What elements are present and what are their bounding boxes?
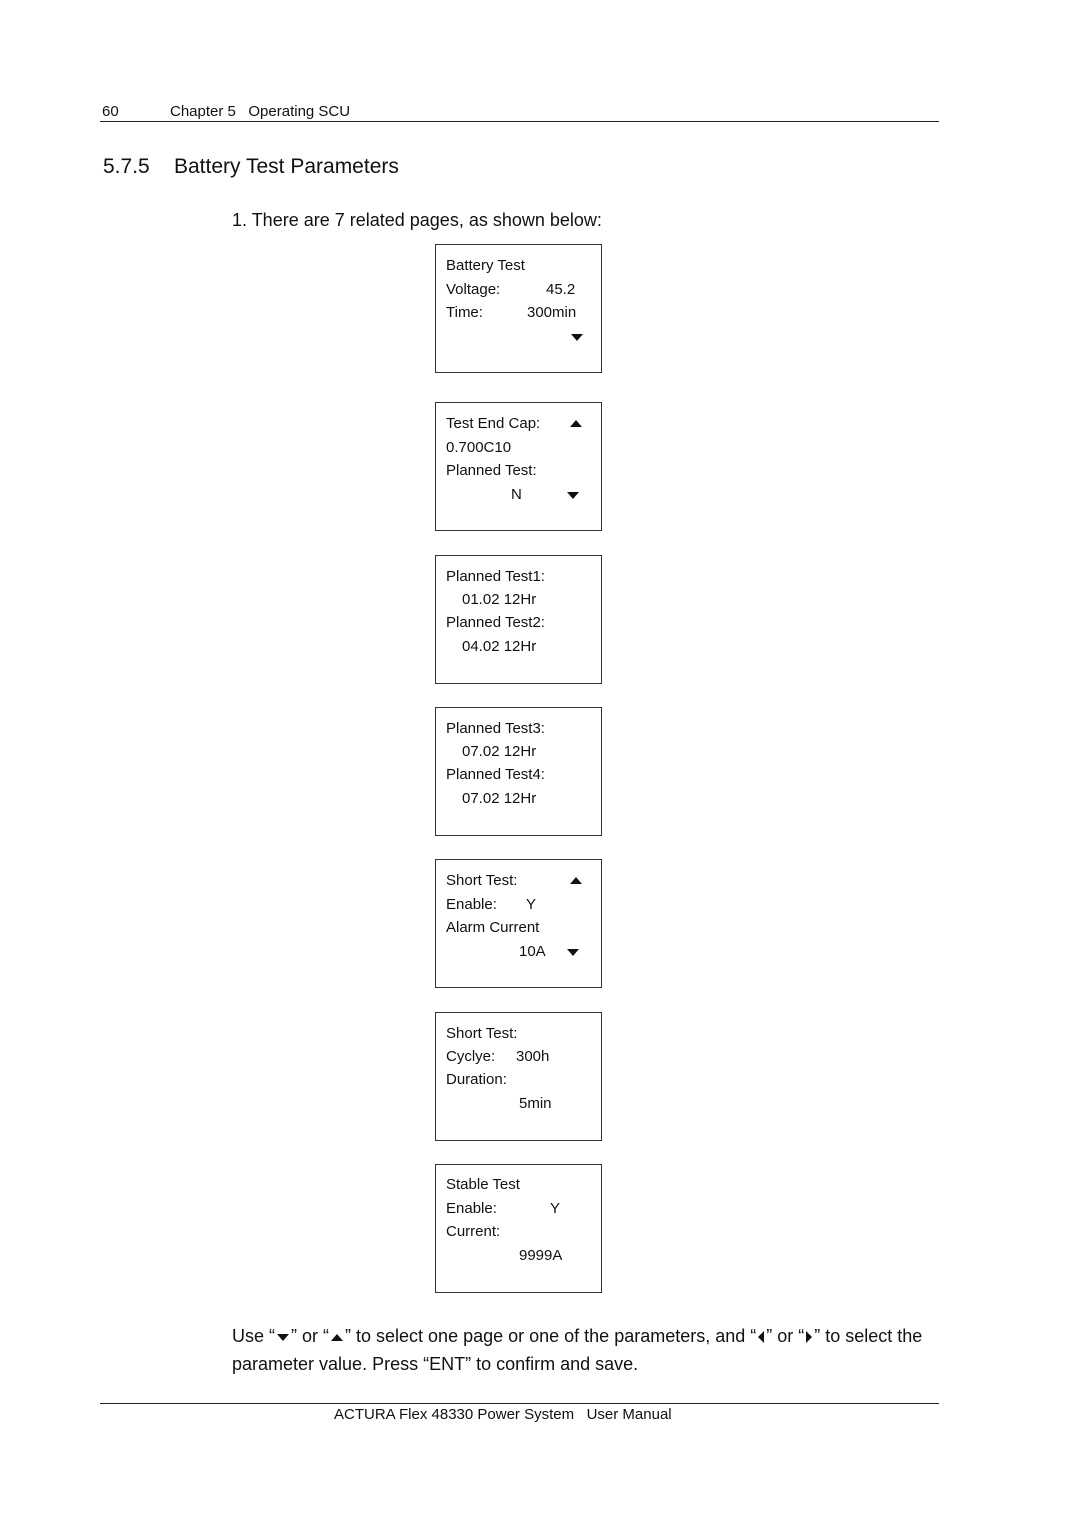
instructions-text: Use “ <box>232 1326 276 1346</box>
lcd-value: 300h <box>516 1048 550 1065</box>
down-arrow-icon <box>277 1333 290 1341</box>
footer-text: ACTURA Flex 48330 Power System User Manu… <box>334 1406 672 1423</box>
lcd-value: 9999A <box>519 1247 563 1264</box>
lcd-value: N <box>511 486 522 503</box>
left-arrow-icon <box>758 1331 765 1344</box>
right-arrow-icon <box>806 1331 813 1344</box>
lcd-value: 07.02 12Hr <box>462 743 537 760</box>
lcd-line: Stable Test <box>446 1176 520 1193</box>
section-title: Battery Test Parameters <box>174 155 399 178</box>
header-rule <box>100 121 939 122</box>
lcd-line: Planned Test4: <box>446 766 545 783</box>
lcd-value: 04.02 12Hr <box>462 638 537 655</box>
up-arrow-icon <box>570 877 582 884</box>
lcd-page-planned-test-3-4: Planned Test3: 07.02 12Hr Planned Test4:… <box>435 707 602 836</box>
lcd-page-battery-test: Battery Test Voltage: 45.2 Time: 300min <box>435 244 602 373</box>
lcd-line: Voltage: <box>446 281 501 298</box>
footer-rule <box>100 1403 939 1404</box>
lcd-page-short-test-cycle: Short Test: Cyclye: 300h Duration: 5min <box>435 1012 602 1141</box>
lcd-line: Current: <box>446 1223 501 1240</box>
lcd-value: Y <box>550 1200 561 1217</box>
instructions-text: ” or “ <box>766 1326 805 1346</box>
intro-text: 1. There are 7 related pages, as shown b… <box>232 210 602 230</box>
lcd-value: 300min <box>527 304 577 321</box>
down-arrow-icon <box>567 949 579 956</box>
lcd-value: 45.2 <box>546 281 576 298</box>
instructions-text: ” to select one page or one of the param… <box>345 1326 757 1346</box>
lcd-line: Battery Test <box>446 257 525 274</box>
lcd-line: Short Test: <box>446 1025 518 1042</box>
lcd-line: Time: <box>446 304 483 321</box>
lcd-line: Duration: <box>446 1071 507 1088</box>
lcd-page-stable-test: Stable Test Enable: Y Current: 9999A <box>435 1164 602 1293</box>
lcd-line: Planned Test2: <box>446 614 545 631</box>
section-number: 5.7.5 <box>103 155 150 178</box>
lcd-value: 5min <box>519 1095 552 1112</box>
chapter-header: Chapter 5 Operating SCU <box>170 103 351 120</box>
lcd-value: Y <box>526 896 537 913</box>
lcd-page-test-end-cap: Test End Cap: 0.700C10 Planned Test: N <box>435 402 602 531</box>
up-arrow-icon <box>570 420 582 427</box>
lcd-line: Planned Test: <box>446 462 537 479</box>
lcd-line: Test End Cap: <box>446 415 541 432</box>
down-arrow-icon <box>571 334 583 341</box>
up-arrow-icon <box>331 1333 344 1341</box>
lcd-page-planned-test-1-2: Planned Test1: 01.02 12Hr Planned Test2:… <box>435 555 602 684</box>
lcd-line: Enable: <box>446 1200 497 1217</box>
lcd-line: Planned Test3: <box>446 720 545 737</box>
lcd-line: Cyclye: <box>446 1048 496 1065</box>
lcd-line: Planned Test1: <box>446 568 545 585</box>
lcd-line: 0.700C10 <box>446 439 512 456</box>
down-arrow-icon <box>567 492 579 499</box>
instructions-text: ” or “ <box>291 1326 330 1346</box>
lcd-line: Alarm Current <box>446 919 540 936</box>
lcd-value: 07.02 12Hr <box>462 790 537 807</box>
lcd-page-short-test-enable: Short Test: Enable: Y Alarm Current 10A <box>435 859 602 988</box>
page-number: 60 <box>102 103 119 120</box>
lcd-line: Short Test: <box>446 872 518 889</box>
instructions-paragraph: Use “ ” or “ ” to select one page or one o… <box>232 1322 932 1378</box>
lcd-value: 10A <box>519 943 546 960</box>
lcd-line: Enable: <box>446 896 497 913</box>
lcd-value: 01.02 12Hr <box>462 591 537 608</box>
